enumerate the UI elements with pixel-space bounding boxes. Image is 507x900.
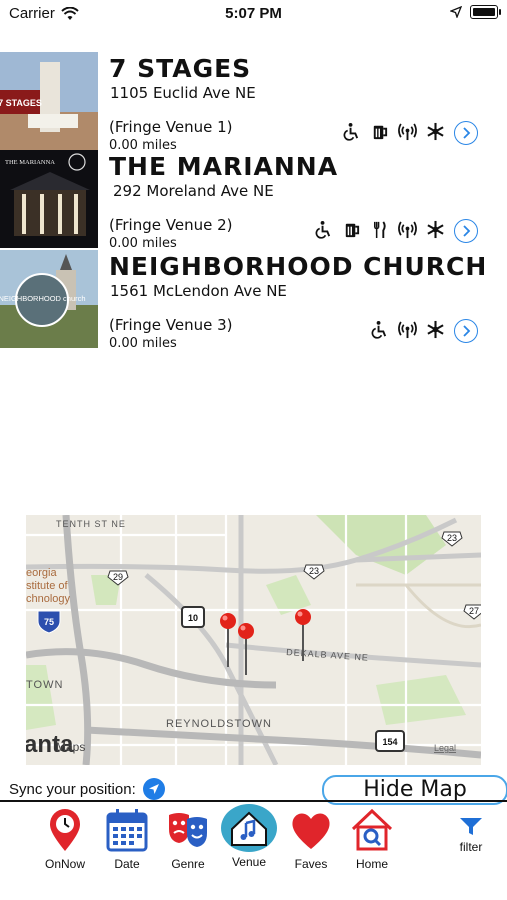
calendar-icon <box>106 809 148 852</box>
chevron-right-icon <box>463 127 471 139</box>
tab-label: Date <box>114 857 140 871</box>
map-label: TENTH ST NE <box>56 519 126 529</box>
wheelchair-icon <box>343 122 359 141</box>
venue-thumbnail-neighborhood-church: NEIGHBORHOOD church <box>0 250 98 348</box>
tab-onnow[interactable]: OnNow <box>34 803 96 871</box>
venue-detail-button[interactable] <box>454 121 478 145</box>
svg-text:10: 10 <box>188 613 198 623</box>
venue-music-icon <box>221 804 277 852</box>
sync-position-label: Sync your position: <box>9 780 136 798</box>
fork-knife-icon <box>373 221 386 239</box>
tab-genre[interactable]: Genre <box>157 803 219 871</box>
map-label: eorgia <box>26 567 57 579</box>
venue-distance: 0.00 miles <box>109 336 177 351</box>
beer-icon <box>345 223 360 238</box>
wheelchair-icon <box>315 220 331 239</box>
tab-bar: OnNow Date Genre Venue Faves Home filter <box>0 803 507 900</box>
svg-text:75: 75 <box>44 617 54 627</box>
snowflake-icon <box>427 320 444 339</box>
venue-fringe-number: (Fringe Venue 1) <box>109 118 233 136</box>
location-arrow-icon <box>148 784 159 794</box>
map-label: stitute of <box>26 580 69 592</box>
svg-text:23: 23 <box>447 533 457 543</box>
venue-address: 1561 McLendon Ave NE <box>110 282 287 300</box>
tab-label: Genre <box>171 857 205 871</box>
map-label: TOWN <box>26 679 63 691</box>
venue-fringe-number: (Fringe Venue 2) <box>109 216 233 234</box>
map-pin-clock-icon <box>50 809 80 851</box>
chevron-right-icon <box>463 325 471 337</box>
venue-thumbnail-the-marianna: THE MARIANNA <box>0 150 98 248</box>
status-bar: Carrier 5:07 PM <box>0 0 507 30</box>
tab-faves[interactable]: Faves <box>280 803 342 871</box>
svg-text:154: 154 <box>382 737 397 747</box>
thumb-label: THE MARIANNA <box>5 159 55 166</box>
home-icon <box>351 808 393 851</box>
tab-label: Faves <box>294 857 328 871</box>
venue-map[interactable]: TENTH ST NE eorgia stitute of chnology D… <box>26 515 481 765</box>
venue-address: 1105 Euclid Ave NE <box>110 84 256 102</box>
venue-row-7-stages[interactable]: 7 STAGES 7 STAGES 1105 Euclid Ave NE (Fr… <box>0 52 507 153</box>
maps-attribution: Maps <box>56 740 85 754</box>
wifi-icon <box>398 321 417 339</box>
snowflake-icon <box>427 220 444 239</box>
tab-venue[interactable]: Venue <box>218 803 280 869</box>
thumb-label: 7 STAGES <box>0 98 42 108</box>
venue-detail-button[interactable] <box>454 319 478 343</box>
clock: 5:07 PM <box>225 5 282 22</box>
theater-masks-icon <box>169 813 207 847</box>
filter-button[interactable]: filter <box>449 817 493 854</box>
venue-amenities <box>314 220 445 239</box>
wifi-icon <box>398 123 417 141</box>
venue-distance: 0.00 miles <box>109 236 177 251</box>
sync-location-button[interactable] <box>142 778 165 800</box>
venue-address: 292 Moreland Ave NE <box>113 182 274 200</box>
venue-detail-button[interactable] <box>454 219 478 243</box>
map-label: REYNOLDSTOWN <box>166 718 272 730</box>
highway-shield-154: 154 <box>375 730 405 752</box>
svg-text:23: 23 <box>309 566 319 576</box>
funnel-icon <box>460 818 482 835</box>
svg-text:27: 27 <box>469 606 479 616</box>
tab-label: Home <box>355 857 388 871</box>
venue-row-the-marianna[interactable]: THE MARIANNA THE MARIANNA 292 Moreland A… <box>0 150 507 251</box>
heart-icon <box>292 813 330 849</box>
chevron-right-icon <box>463 225 471 237</box>
filter-label: filter <box>459 840 483 854</box>
highway-shield-10: 10 <box>181 606 205 628</box>
venue-name: 7 STAGES <box>109 54 252 83</box>
sync-position: Sync your position: <box>9 778 165 800</box>
venue-name: NEIGHBORHOOD CHURCH <box>109 252 488 281</box>
venue-row-neighborhood-church[interactable]: NEIGHBORHOOD church NEIGHBORHOOD CHURCH … <box>0 250 507 351</box>
venue-amenities <box>370 320 445 339</box>
thumb-label: NEIGHBORHOOD church <box>0 294 86 303</box>
tab-home[interactable]: Home <box>341 803 403 871</box>
tab-date[interactable]: Date <box>96 803 158 871</box>
beer-icon <box>373 125 388 140</box>
wifi-icon <box>398 221 417 239</box>
tab-label: Venue <box>231 855 267 869</box>
legal-link[interactable]: Legal <box>434 743 456 753</box>
wheelchair-icon <box>371 320 387 339</box>
map-label: chnology <box>26 593 71 605</box>
venue-fringe-number: (Fringe Venue 3) <box>109 316 233 334</box>
location-arrow-status-icon <box>450 6 462 18</box>
svg-text:29: 29 <box>113 572 123 582</box>
venue-thumbnail-7-stages: 7 STAGES <box>0 52 98 150</box>
venue-amenities <box>342 122 445 141</box>
tab-label: OnNow <box>44 857 85 871</box>
snowflake-icon <box>427 122 444 141</box>
venue-name: THE MARIANNA <box>109 152 339 181</box>
battery-icon <box>470 5 501 19</box>
